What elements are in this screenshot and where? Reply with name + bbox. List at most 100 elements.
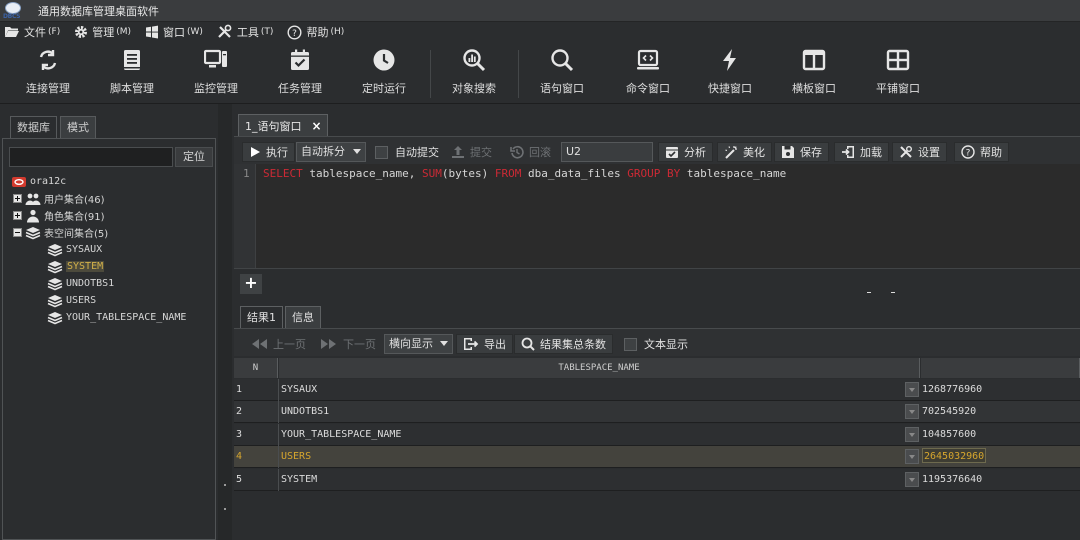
splitter-grip[interactable] <box>867 292 871 293</box>
tree-node-connection[interactable]: ora12c <box>11 173 66 190</box>
selected-cell[interactable]: 2645032960 <box>922 448 987 463</box>
column-header-n[interactable]: N <box>234 358 278 378</box>
cell-dropdown-icon[interactable] <box>905 449 919 464</box>
script-icon <box>124 50 140 70</box>
schema-input[interactable]: U2 <box>561 142 653 162</box>
menu-window[interactable]: 窗口 (W) <box>145 24 203 40</box>
sql-keyword: SUM <box>421 167 442 180</box>
horizontal-window-icon <box>802 49 826 71</box>
tree-node-tablespaces[interactable]: 表空间集合(5) <box>13 224 108 241</box>
export-button[interactable]: 导出 <box>456 334 513 354</box>
tree-node-tablespace[interactable]: YOUR_TABLESPACE_NAME <box>47 309 186 326</box>
tile-window-button[interactable]: 平铺窗口 <box>856 48 940 100</box>
tree-node-tablespace[interactable]: SYSAUX <box>47 241 102 258</box>
table-row[interactable]: 5 SYSTEM 1195376640 <box>234 469 1080 491</box>
tools-icon <box>900 146 912 158</box>
expand-icon[interactable] <box>13 194 22 203</box>
commit-button[interactable]: 提交 <box>451 142 492 162</box>
splitter-grip <box>224 508 226 510</box>
auto-commit-checkbox[interactable]: 自动提交 <box>375 142 439 162</box>
statement-window-button[interactable]: 语句窗口 <box>520 48 604 100</box>
command-window-icon <box>637 49 659 70</box>
tab-database[interactable]: 数据库 <box>10 116 57 138</box>
svg-text:?: ? <box>293 29 298 39</box>
total-rows-button[interactable]: 结果集总条数 <box>514 334 613 354</box>
main-toolbar: 连接管理 脚本管理 监控管理 任务管理 定时运行 对象搜索 语句窗口 命令窗口 … <box>0 42 1080 104</box>
object-search-button[interactable]: 对象搜索 <box>432 48 516 100</box>
add-editor-button[interactable]: + <box>240 274 262 294</box>
tablespace-icon <box>47 260 63 273</box>
beautify-button[interactable]: 美化 <box>717 142 772 162</box>
task-manager-button[interactable]: 任务管理 <box>258 48 342 100</box>
tablespace-icon <box>47 243 63 256</box>
save-icon <box>782 146 794 158</box>
database-navigator-panel: 数据库 模式 定位 ora12c 用户集合(46) 角色集合(91) 表空间集合… <box>0 104 218 540</box>
menu-file[interactable]: 文件 (F) <box>4 24 60 40</box>
tree-node-tablespace-selected[interactable]: SYSTEM <box>47 258 105 275</box>
save-button[interactable]: 保存 <box>774 142 829 162</box>
cell-dropdown-icon[interactable] <box>905 472 919 487</box>
table-row-selected[interactable]: 4 USERS 2645032960 <box>234 446 1080 468</box>
monitor-manager-button[interactable]: 监控管理 <box>174 48 258 100</box>
scheduled-run-button[interactable]: 定时运行 <box>342 48 426 100</box>
connection-manager-button[interactable]: 连接管理 <box>6 48 90 100</box>
checkbox-box[interactable] <box>624 337 637 351</box>
menu-manage[interactable]: 管理 (M) <box>74 24 131 40</box>
split-mode-select[interactable]: 自动拆分 <box>296 142 366 162</box>
locate-input[interactable] <box>9 147 173 167</box>
cell-dropdown-icon[interactable] <box>905 382 919 397</box>
tab-result-1[interactable]: 结果1 <box>240 306 283 328</box>
expand-icon[interactable] <box>13 211 22 220</box>
sql-statement[interactable]: SELECT tablespace_name, SUM(bytes) FROM … <box>263 167 786 180</box>
tablespace-icon <box>47 311 63 324</box>
script-manager-button[interactable]: 脚本管理 <box>90 48 174 100</box>
cell-dropdown-icon[interactable] <box>905 404 919 419</box>
horizontal-window-button[interactable]: 横板窗口 <box>772 48 856 100</box>
lightning-icon <box>723 49 736 71</box>
table-row[interactable]: 3 YOUR_TABLESPACE_NAME 104857600 <box>234 424 1080 446</box>
next-page-button[interactable]: 下一页 <box>320 334 376 354</box>
menu-tools[interactable]: 工具 (T) <box>217 24 273 40</box>
display-mode-select[interactable]: 横向显示 <box>384 334 453 354</box>
tree-node-tablespace[interactable]: UNDOTBS1 <box>47 275 114 292</box>
tree-node-roles[interactable]: 角色集合(91) <box>13 207 105 224</box>
tab-info[interactable]: 信息 <box>285 306 321 328</box>
column-header-tablespace-name[interactable]: TABLESPACE_NAME <box>279 358 920 378</box>
settings-button[interactable]: 设置 <box>892 142 947 162</box>
tree-node-tablespace[interactable]: USERS <box>47 292 96 309</box>
menu-bar: 文件 (F) 管理 (M) 窗口 (W) 工具 (T) ? 帮助 (H) <box>0 22 1080 42</box>
panel-splitter[interactable] <box>218 104 232 540</box>
connection-icon <box>39 50 57 70</box>
tab-statement-window[interactable]: 1_语句窗口 × <box>238 114 328 136</box>
checkbox-box[interactable] <box>375 145 388 159</box>
clock-icon <box>373 49 395 71</box>
editor-tab-bar: + <box>234 268 1080 298</box>
help-button[interactable]: ? 帮助 <box>954 142 1009 162</box>
app-title: 通用数据库管理桌面软件 <box>38 4 159 18</box>
execute-button[interactable]: 执行 <box>242 142 295 162</box>
locate-button[interactable]: 定位 <box>175 147 213 167</box>
collapse-icon[interactable] <box>13 228 22 237</box>
menu-help[interactable]: ? 帮助 (H) <box>287 24 344 40</box>
splitter-grip[interactable] <box>891 292 895 293</box>
tablespace-group-icon <box>25 226 41 239</box>
cell-dropdown-icon[interactable] <box>905 427 919 442</box>
close-tab-icon[interactable]: × <box>312 119 322 133</box>
load-button[interactable]: 加载 <box>834 142 889 162</box>
rollback-button[interactable]: 回滚 <box>510 142 551 162</box>
command-window-button[interactable]: 命令窗口 <box>606 48 690 100</box>
history-icon <box>510 145 524 159</box>
table-row[interactable]: 2 UNDOTBS1 702545920 <box>234 401 1080 423</box>
tree-node-users[interactable]: 用户集合(46) <box>13 190 105 207</box>
tab-schema[interactable]: 模式 <box>60 116 96 138</box>
prev-page-button[interactable]: 上一页 <box>250 334 306 354</box>
text-display-checkbox[interactable]: 文本显示 <box>624 334 688 354</box>
toolbar-separator <box>430 50 431 98</box>
column-header-sum-bytes[interactable] <box>921 358 1080 378</box>
quick-window-button[interactable]: 快捷窗口 <box>688 48 772 100</box>
help-circle-icon: ? <box>961 145 975 159</box>
analyze-button[interactable]: 分析 <box>658 142 713 162</box>
sql-editor[interactable]: 1 SELECT tablespace_name, SUM(bytes) FRO… <box>234 164 1080 268</box>
table-row[interactable]: 1 SYSAUX 1268776960 <box>234 379 1080 401</box>
toolbar-separator <box>518 50 519 98</box>
